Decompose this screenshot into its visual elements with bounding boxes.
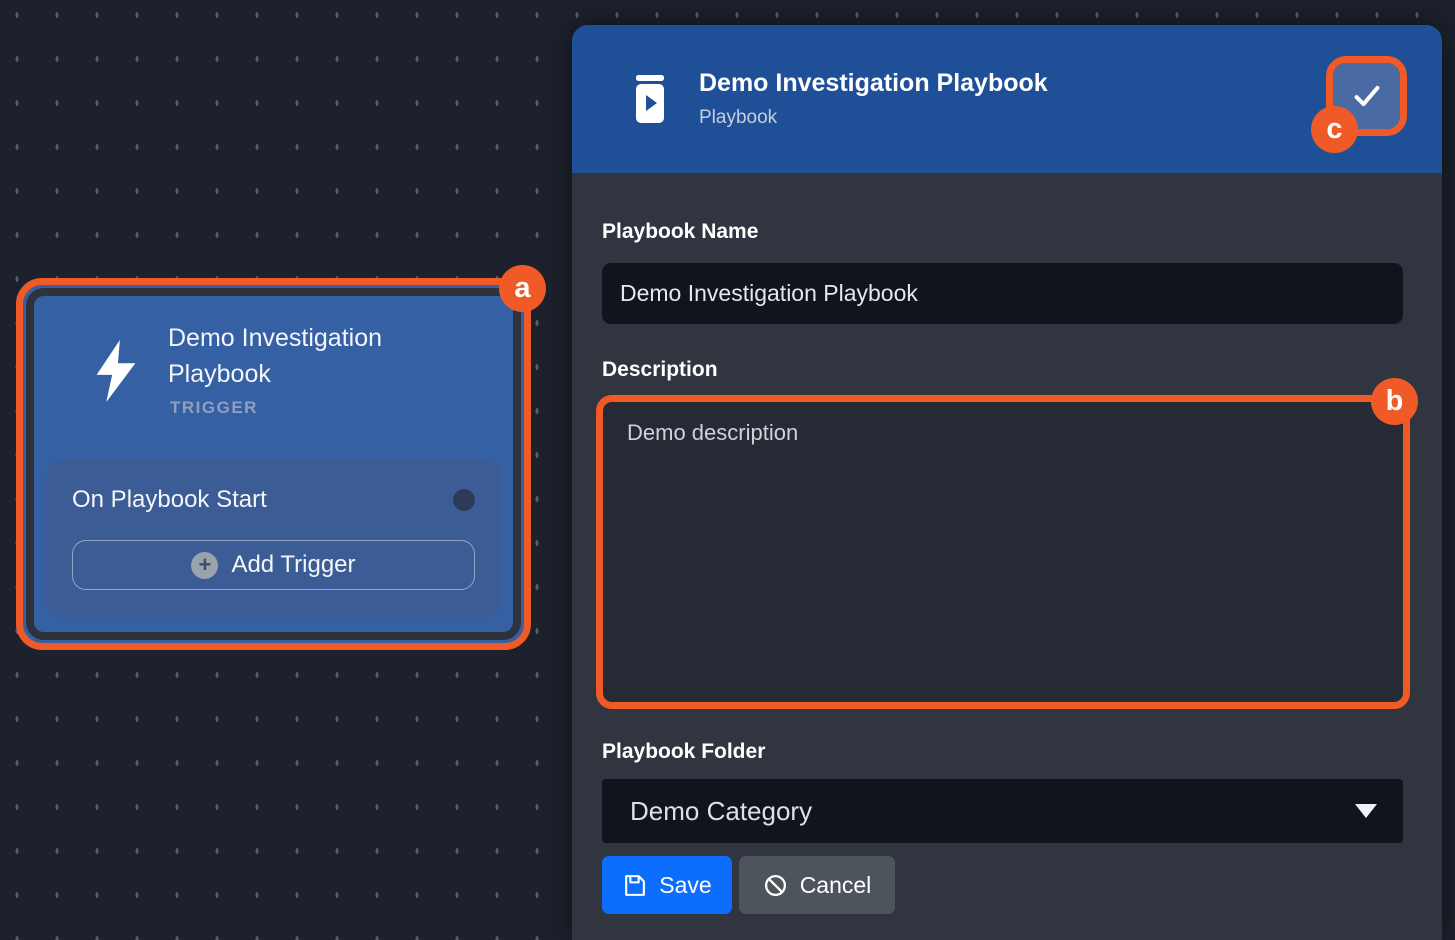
trigger-row-on-playbook-start[interactable]: On Playbook Start [72,484,475,516]
playbook-properties-panel: Demo Investigation Playbook Playbook Pla… [572,25,1442,940]
trigger-list-panel: On Playbook Start + Add Trigger [46,460,501,618]
panel-body: Playbook Name Description Playbook Folde… [572,173,1442,914]
playbook-folder-value: Demo Category [630,796,812,827]
trigger-row-label: On Playbook Start [72,486,267,514]
playbook-book-icon [633,75,667,123]
playbook-name-input[interactable] [602,263,1403,324]
caret-down-icon [1355,804,1377,818]
description-highlight [596,395,1410,709]
playbook-editor-screen: { "canvas": { "node": { "title": "Demo I… [0,0,1455,940]
trigger-node-type-label: TRIGGER [170,398,258,418]
description-textarea[interactable] [603,402,1403,702]
checkmark-icon [1352,81,1382,111]
save-label: Save [659,872,711,899]
annotation-badge-b: b [1371,378,1418,425]
trigger-node-selection-highlight: Demo Investigation Playbook TRIGGER On P… [16,278,531,650]
cancel-button[interactable]: Cancel [739,856,895,914]
playbook-folder-select[interactable]: Demo Category [602,779,1403,843]
add-trigger-label: Add Trigger [231,551,355,579]
annotation-badge-c: c [1311,106,1358,153]
add-trigger-button[interactable]: + Add Trigger [72,540,475,590]
panel-subtitle: Playbook [699,107,1048,129]
playbook-folder-label: Playbook Folder [602,740,1403,764]
trigger-node-title: Demo Investigation Playbook [168,320,418,392]
save-button[interactable]: Save [602,856,732,914]
cancel-label: Cancel [800,872,872,899]
lightning-bolt-icon [90,340,142,402]
panel-header: Demo Investigation Playbook Playbook [572,25,1442,173]
action-buttons-row: Save Cancel [602,856,1403,914]
floppy-disk-icon [622,873,647,898]
trigger-node-card[interactable]: Demo Investigation Playbook TRIGGER On P… [26,288,521,640]
ban-icon [763,873,788,898]
description-label: Description [602,358,1403,382]
annotation-badge-a: a [499,265,546,312]
plus-icon: + [191,552,218,579]
connector-port-dot[interactable] [453,489,475,511]
panel-title: Demo Investigation Playbook [699,69,1048,98]
playbook-name-label: Playbook Name [602,220,1403,244]
